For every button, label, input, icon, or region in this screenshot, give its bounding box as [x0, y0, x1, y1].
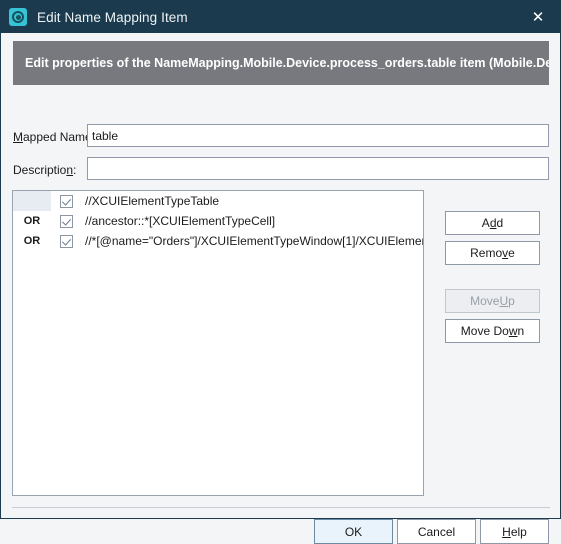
conditions-listbox[interactable]: //XCUIElementTypeTable OR //ancestor::*[…: [12, 190, 424, 496]
move-down-label-pre: Move Do: [460, 324, 509, 338]
window-title: Edit Name Mapping Item: [37, 9, 188, 25]
help-accelerator: H: [502, 524, 511, 539]
properties-banner: Edit properties of the NameMapping.Mobil…: [13, 41, 549, 85]
row-checkbox-cell[interactable]: [51, 214, 81, 228]
description-input[interactable]: [87, 157, 549, 180]
app-gear-icon: [9, 8, 27, 26]
move-down-button[interactable]: Move Do w n: [445, 319, 540, 343]
table-row[interactable]: //XCUIElementTypeTable: [13, 191, 423, 211]
cancel-button[interactable]: Cancel: [397, 519, 476, 544]
checkbox-icon[interactable]: [59, 194, 73, 208]
table-row[interactable]: OR //*[@name="Orders"]/XCUIElementTypeWi…: [13, 231, 423, 251]
row-expression: //XCUIElementTypeTable: [85, 194, 220, 208]
move-up-label-pre: Move: [470, 294, 500, 308]
row-expression: //ancestor::*[XCUIElementTypeCell]: [85, 214, 276, 228]
ok-button[interactable]: OK: [314, 519, 393, 544]
add-button[interactable]: Add: [445, 211, 540, 235]
move-down-accelerator: w: [508, 324, 518, 338]
row-operator: [13, 191, 51, 211]
row-checkbox-cell[interactable]: [51, 234, 81, 248]
mapped-name-input[interactable]: [87, 124, 549, 147]
description-label: Description:: [13, 163, 76, 177]
remove-label-post: e: [508, 246, 515, 260]
row-operator: OR: [23, 215, 41, 227]
move-up-button: Move Up: [445, 289, 540, 313]
row-expression: //*[@name="Orders"]/XCUIElementTypeWindo…: [85, 234, 423, 248]
row-checkbox-cell[interactable]: [51, 194, 81, 208]
move-up-label-post: p: [508, 294, 515, 308]
checkbox-icon[interactable]: [59, 214, 73, 228]
remove-button[interactable]: Remo v e: [445, 241, 540, 265]
table-row[interactable]: OR //ancestor::*[XCUIElementTypeCell]: [13, 211, 423, 231]
mapped-name-label: Mapped Name:: [13, 130, 95, 144]
footer-divider: [12, 507, 550, 508]
add-label-pre: A: [481, 216, 490, 230]
title-bar: Edit Name Mapping Item ✕: [1, 1, 560, 33]
description-label-colon: :: [73, 163, 77, 177]
mapped-name-accelerator: M: [13, 130, 23, 144]
dialog-content: Edit properties of the NameMapping.Mobil…: [1, 33, 560, 544]
add-label-post: d: [496, 216, 504, 230]
checkbox-icon[interactable]: [59, 234, 73, 248]
remove-label-pre: Remo: [470, 246, 503, 260]
help-label-post: elp: [510, 524, 527, 539]
row-operator: OR: [23, 235, 41, 247]
help-button[interactable]: Help: [480, 519, 549, 544]
close-icon[interactable]: ✕: [516, 1, 560, 33]
move-down-label-post: n: [517, 324, 525, 338]
add-accelerator: d: [489, 216, 497, 230]
description-label-text: Descriptio: [13, 163, 67, 177]
edit-name-mapping-dialog: Edit Name Mapping Item ✕ Edit properties…: [0, 0, 561, 544]
move-up-accelerator: U: [499, 294, 509, 308]
mapped-name-label-text: apped Name:: [23, 130, 96, 144]
